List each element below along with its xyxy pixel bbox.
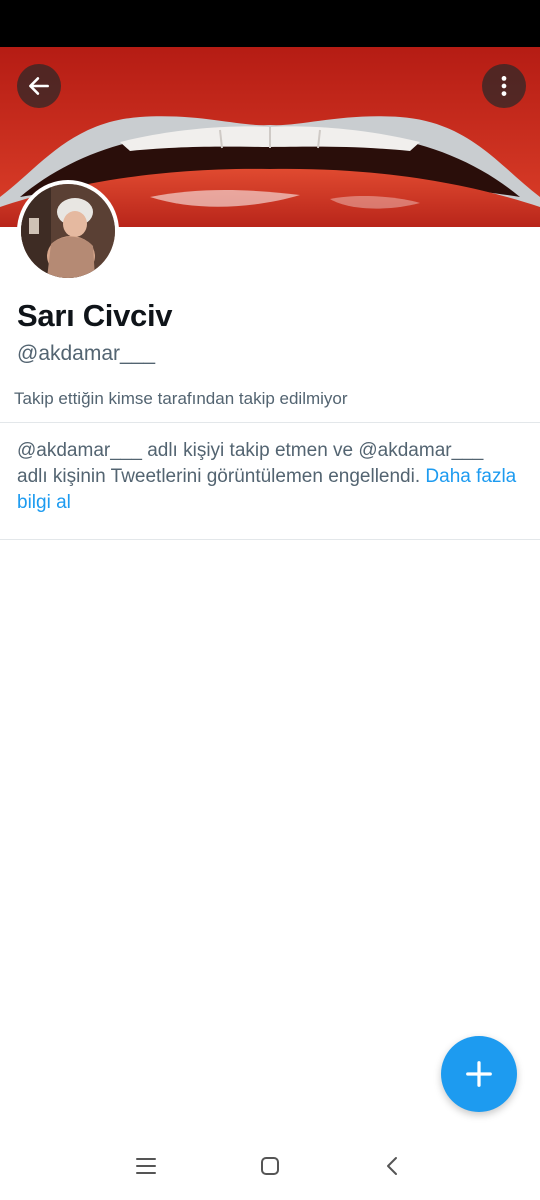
avatar[interactable] [17,180,119,282]
more-options-button[interactable] [482,64,526,108]
plus-icon [466,1061,492,1087]
home-button[interactable] [250,1150,290,1182]
recent-apps-button[interactable] [126,1150,166,1182]
followers-you-know-note: Takip ettiğin kimse tarafından takip edi… [14,389,348,408]
chevron-left-icon [387,1157,397,1175]
blocked-notice-text: @akdamar___ adlı kişiyi takip etmen ve @… [17,440,484,487]
system-back-button[interactable] [373,1150,413,1182]
blocked-notice: @akdamar___ adlı kişiyi takip etmen ve @… [17,438,517,516]
display-name: Sarı Civciv [17,298,173,333]
back-button[interactable] [17,64,61,108]
menu-lines-icon [136,1158,156,1174]
more-vertical-icon [501,76,507,96]
username-handle: @akdamar___ [17,342,156,365]
divider [0,422,540,423]
status-bar [0,0,540,47]
arrow-left-icon [29,77,49,95]
compose-tweet-button[interactable] [441,1036,517,1112]
square-home-icon [261,1157,279,1175]
divider [0,539,540,540]
avatar-image [21,184,115,278]
